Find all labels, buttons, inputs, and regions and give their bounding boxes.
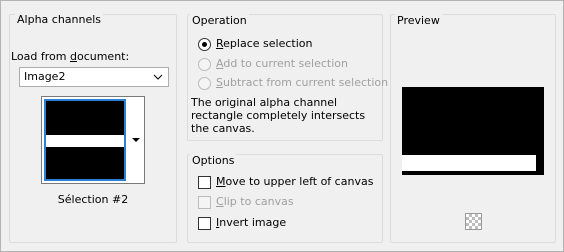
checkbox-icon[interactable] <box>198 216 211 230</box>
move-to-upper-left-checkbox[interactable]: Move to upper left of canvas <box>198 175 373 189</box>
radio-icon[interactable] <box>198 57 211 71</box>
chevron-down-icon <box>152 68 164 86</box>
load-selection-dialog: Alpha channels Load from document: Image… <box>0 0 564 252</box>
options-title: Options <box>190 154 237 168</box>
checkbox-icon[interactable] <box>198 175 211 189</box>
preview-title: Preview <box>395 14 442 28</box>
preview-canvas <box>402 87 544 175</box>
document-select-value: Image2 <box>24 70 66 83</box>
selection-name-label: Sélection #2 <box>57 193 129 206</box>
alpha-channels-title: Alpha channels <box>15 13 104 27</box>
add-to-selection-radio[interactable]: Add to current selection <box>198 57 348 71</box>
load-from-document-label: Load from document: <box>11 50 130 63</box>
radio-checked-icon[interactable] <box>198 37 211 51</box>
subtract-from-selection-radio[interactable]: Subtract from current selection <box>198 76 388 90</box>
operation-title: Operation <box>190 14 249 28</box>
replace-selection-radio[interactable]: Replace selection <box>198 37 312 51</box>
preview-selection-area <box>402 155 536 171</box>
clip-to-canvas-checkbox[interactable]: Clip to canvas <box>198 195 294 209</box>
thumbnail-selection-bar <box>46 135 124 147</box>
channel-dropdown-arrow-icon[interactable] <box>128 97 144 183</box>
checkbox-icon[interactable] <box>198 195 211 209</box>
invert-image-checkbox[interactable]: Invert image <box>198 216 286 230</box>
document-select[interactable]: Image2 <box>19 67 169 87</box>
alpha-channel-thumbnail[interactable] <box>44 99 126 181</box>
checkerboard-icon[interactable] <box>465 213 482 230</box>
radio-icon[interactable] <box>198 76 211 90</box>
alpha-channel-picker[interactable] <box>41 96 145 184</box>
operation-description: The original alpha channel rectangle com… <box>191 96 366 135</box>
